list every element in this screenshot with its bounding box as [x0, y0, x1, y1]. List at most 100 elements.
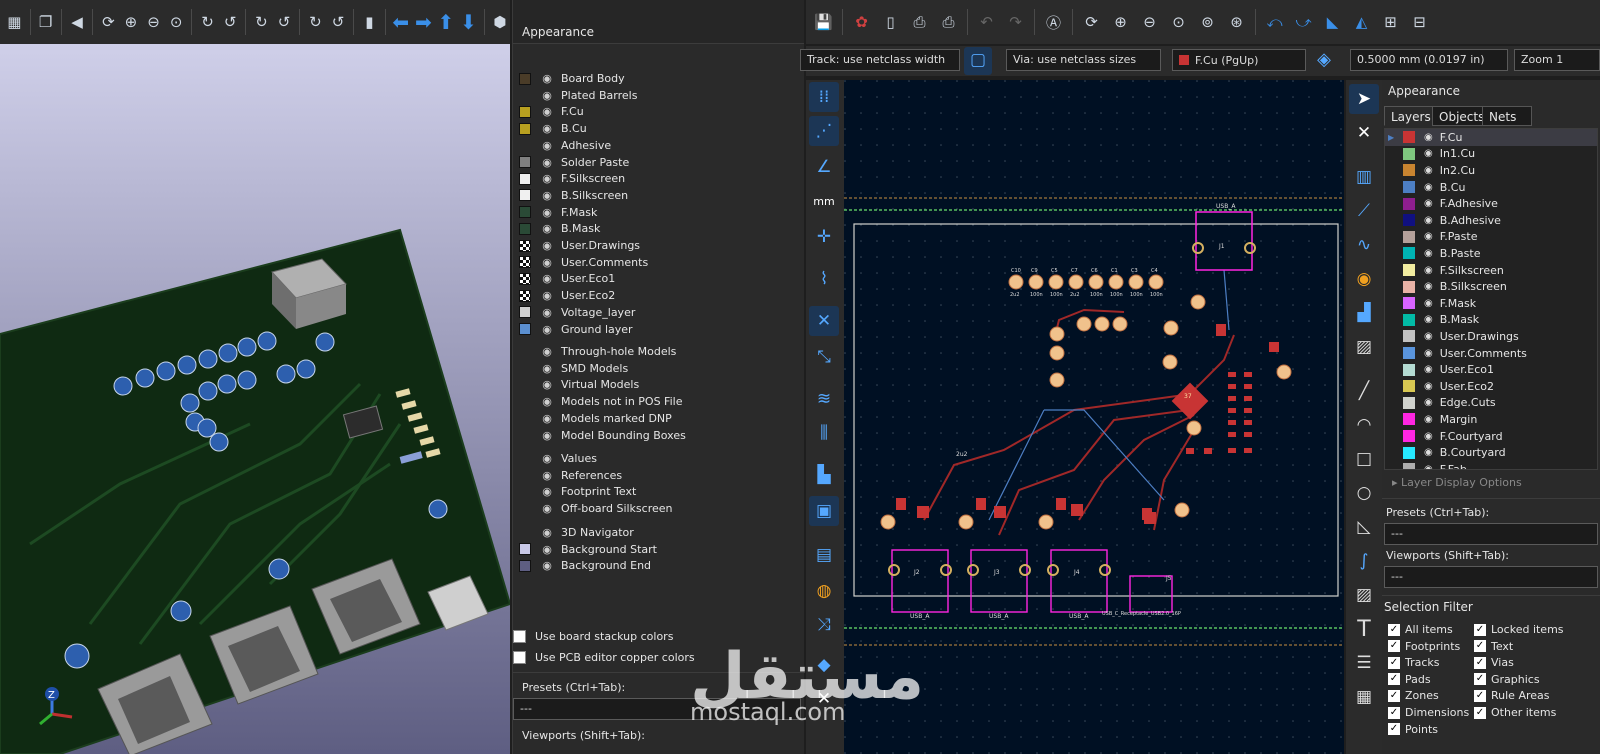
- color-swatch[interactable]: [519, 172, 531, 185]
- visibility-eye-icon[interactable]: ◉: [1424, 364, 1433, 375]
- width-override-icon[interactable]: ▢: [964, 47, 992, 75]
- grid-dots-icon[interactable]: ⁞⁞: [809, 82, 839, 112]
- layer-color-swatch[interactable]: [1403, 347, 1415, 360]
- visibility-eye-icon[interactable]: ◉: [1424, 414, 1433, 425]
- appearance-row[interactable]: ◉ User.Eco1: [519, 270, 615, 287]
- add-zone-icon[interactable]: ▟: [1349, 298, 1379, 328]
- layer-color-swatch[interactable]: [1403, 147, 1415, 160]
- color-swatch[interactable]: [519, 486, 531, 498]
- color-swatch[interactable]: [519, 412, 531, 424]
- rotate-ccw-icon[interactable]: ⤺: [1261, 7, 1288, 37]
- layer-color-swatch[interactable]: [1403, 330, 1415, 343]
- color-swatch[interactable]: [519, 72, 531, 85]
- pan-down-icon[interactable]: ⬇: [458, 7, 479, 37]
- visibility-eye-icon[interactable]: ◉: [540, 139, 554, 152]
- visibility-eye-icon[interactable]: ◉: [540, 289, 554, 302]
- zone-outline-icon[interactable]: ▣: [809, 496, 839, 526]
- add-table-icon[interactable]: ▦: [1349, 682, 1379, 712]
- visibility-eye-icon[interactable]: ◉: [1424, 298, 1433, 309]
- raytrace-icon[interactable]: ◀: [67, 7, 88, 37]
- layer-row-user-comments[interactable]: ◉ User.Comments: [1385, 345, 1597, 362]
- layer-row-f-adhesive[interactable]: ◉ F.Adhesive: [1385, 195, 1597, 212]
- appearance-row[interactable]: ◉ F.Silkscreen: [519, 170, 625, 187]
- appearance-row[interactable]: ◉ Background Start: [519, 541, 657, 558]
- 3d-render-canvas[interactable]: Z: [0, 44, 510, 754]
- layer-color-swatch[interactable]: [1403, 214, 1415, 227]
- visibility-eye-icon[interactable]: ◉: [540, 239, 554, 252]
- layer-color-swatch[interactable]: [1403, 363, 1415, 376]
- refresh-icon[interactable]: ⟳: [1078, 7, 1105, 37]
- visibility-eye-icon[interactable]: ◉: [1424, 314, 1433, 325]
- visibility-eye-icon[interactable]: ◉: [540, 89, 554, 102]
- draw-polygon-icon[interactable]: ◺: [1349, 512, 1379, 542]
- pan-left-icon[interactable]: ⬅: [390, 7, 411, 37]
- color-swatch[interactable]: [519, 256, 531, 269]
- checkbox-box[interactable]: ✓: [1388, 640, 1400, 653]
- zoom-tool-icon[interactable]: ⊛: [1223, 7, 1250, 37]
- visibility-eye-icon[interactable]: ◉: [1424, 182, 1433, 193]
- checkbox-box[interactable]: [513, 630, 526, 643]
- color-swatch[interactable]: [519, 89, 531, 101]
- add-via-icon[interactable]: ◉: [1349, 264, 1379, 294]
- visibility-eye-icon[interactable]: ◉: [540, 189, 554, 202]
- tab-nets[interactable]: Nets: [1482, 106, 1532, 126]
- visibility-eye-icon[interactable]: ◉: [540, 306, 554, 319]
- visibility-eye-icon[interactable]: ◉: [1424, 265, 1433, 276]
- pad-outline-icon[interactable]: ▙: [809, 460, 839, 490]
- plot-icon[interactable]: ⎙: [935, 7, 962, 37]
- page-settings-icon[interactable]: ▯: [877, 7, 904, 37]
- layer-row-b-mask[interactable]: ◉ B.Mask: [1385, 312, 1597, 329]
- appearance-row[interactable]: ◉ Plated Barrels: [519, 87, 637, 104]
- mirror-icon[interactable]: ◭: [1348, 7, 1375, 37]
- layer-color-swatch[interactable]: [1403, 230, 1415, 243]
- filter-checkbox[interactable]: ✓ Points: [1388, 723, 1438, 736]
- layer-row-edge-cuts[interactable]: ◉ Edge.Cuts: [1385, 395, 1597, 412]
- color-swatch[interactable]: [519, 272, 531, 285]
- checkbox-box[interactable]: ✓: [1474, 656, 1486, 669]
- color-swatch[interactable]: [519, 289, 531, 302]
- appearance-row[interactable]: ◉ F.Cu: [519, 103, 584, 120]
- visibility-eye-icon[interactable]: ◉: [1424, 281, 1433, 292]
- visibility-eye-icon[interactable]: ◉: [540, 222, 554, 235]
- route-diff-pair-icon[interactable]: ∿: [1349, 230, 1379, 260]
- filter-checkbox[interactable]: ✓ Other items: [1474, 706, 1556, 719]
- checkbox-box[interactable]: ✓: [1474, 706, 1486, 719]
- color-swatch[interactable]: [519, 527, 531, 539]
- visibility-eye-icon[interactable]: ◉: [540, 272, 554, 285]
- checkbox-box[interactable]: [513, 651, 526, 664]
- color-swatch[interactable]: [519, 379, 531, 391]
- visibility-eye-icon[interactable]: ◉: [1424, 464, 1433, 469]
- presets-select[interactable]: ---: [1384, 523, 1598, 545]
- visibility-eye-icon[interactable]: ◉: [540, 345, 554, 358]
- rotate-y-cw-icon[interactable]: ↻: [251, 7, 272, 37]
- visibility-eye-icon[interactable]: ◉: [1424, 397, 1433, 408]
- visibility-eye-icon[interactable]: ◉: [1424, 165, 1433, 176]
- visibility-eye-icon[interactable]: ◉: [540, 323, 554, 336]
- visibility-eye-icon[interactable]: ◉: [1424, 447, 1433, 458]
- use-stackup-colors-checkbox[interactable]: Use board stackup colors: [513, 628, 673, 645]
- net-color-icon[interactable]: ◍: [809, 576, 839, 606]
- layer-row-user-eco1[interactable]: ◉ User.Eco1: [1385, 361, 1597, 378]
- add-image-icon[interactable]: ▨: [1349, 580, 1379, 610]
- appearance-row[interactable]: ◉ Models marked DNP: [519, 410, 672, 427]
- cursor-style-icon[interactable]: ✛: [809, 222, 839, 252]
- grid-select[interactable]: 0.5000 mm (0.0197 in): [1350, 49, 1508, 71]
- layer-color-swatch[interactable]: [1403, 463, 1415, 469]
- rotate-z-cw-icon[interactable]: ↻: [305, 7, 326, 37]
- color-swatch[interactable]: [519, 429, 531, 441]
- appearance-row[interactable]: ◉ Board Body: [519, 70, 625, 87]
- show-ratsnest-icon[interactable]: ✕: [809, 306, 839, 336]
- reload-icon[interactable]: ⟳: [98, 7, 119, 37]
- high-contrast-icon[interactable]: ▤: [809, 540, 839, 570]
- visibility-eye-icon[interactable]: ◉: [540, 412, 554, 425]
- appearance-row[interactable]: ◉ Values: [519, 450, 597, 467]
- find-icon[interactable]: Ⓐ: [1040, 7, 1067, 37]
- layer-color-swatch[interactable]: [1403, 280, 1415, 293]
- color-swatch[interactable]: [519, 346, 531, 358]
- appearance-row[interactable]: ◉ Solder Paste: [519, 154, 629, 171]
- visibility-eye-icon[interactable]: ◉: [540, 485, 554, 498]
- board-setup-icon[interactable]: ✿: [848, 7, 875, 37]
- color-swatch[interactable]: [519, 469, 531, 481]
- layer-row-b-cu[interactable]: ◉ B.Cu: [1385, 179, 1597, 196]
- units-mm-icon[interactable]: mm: [809, 186, 839, 216]
